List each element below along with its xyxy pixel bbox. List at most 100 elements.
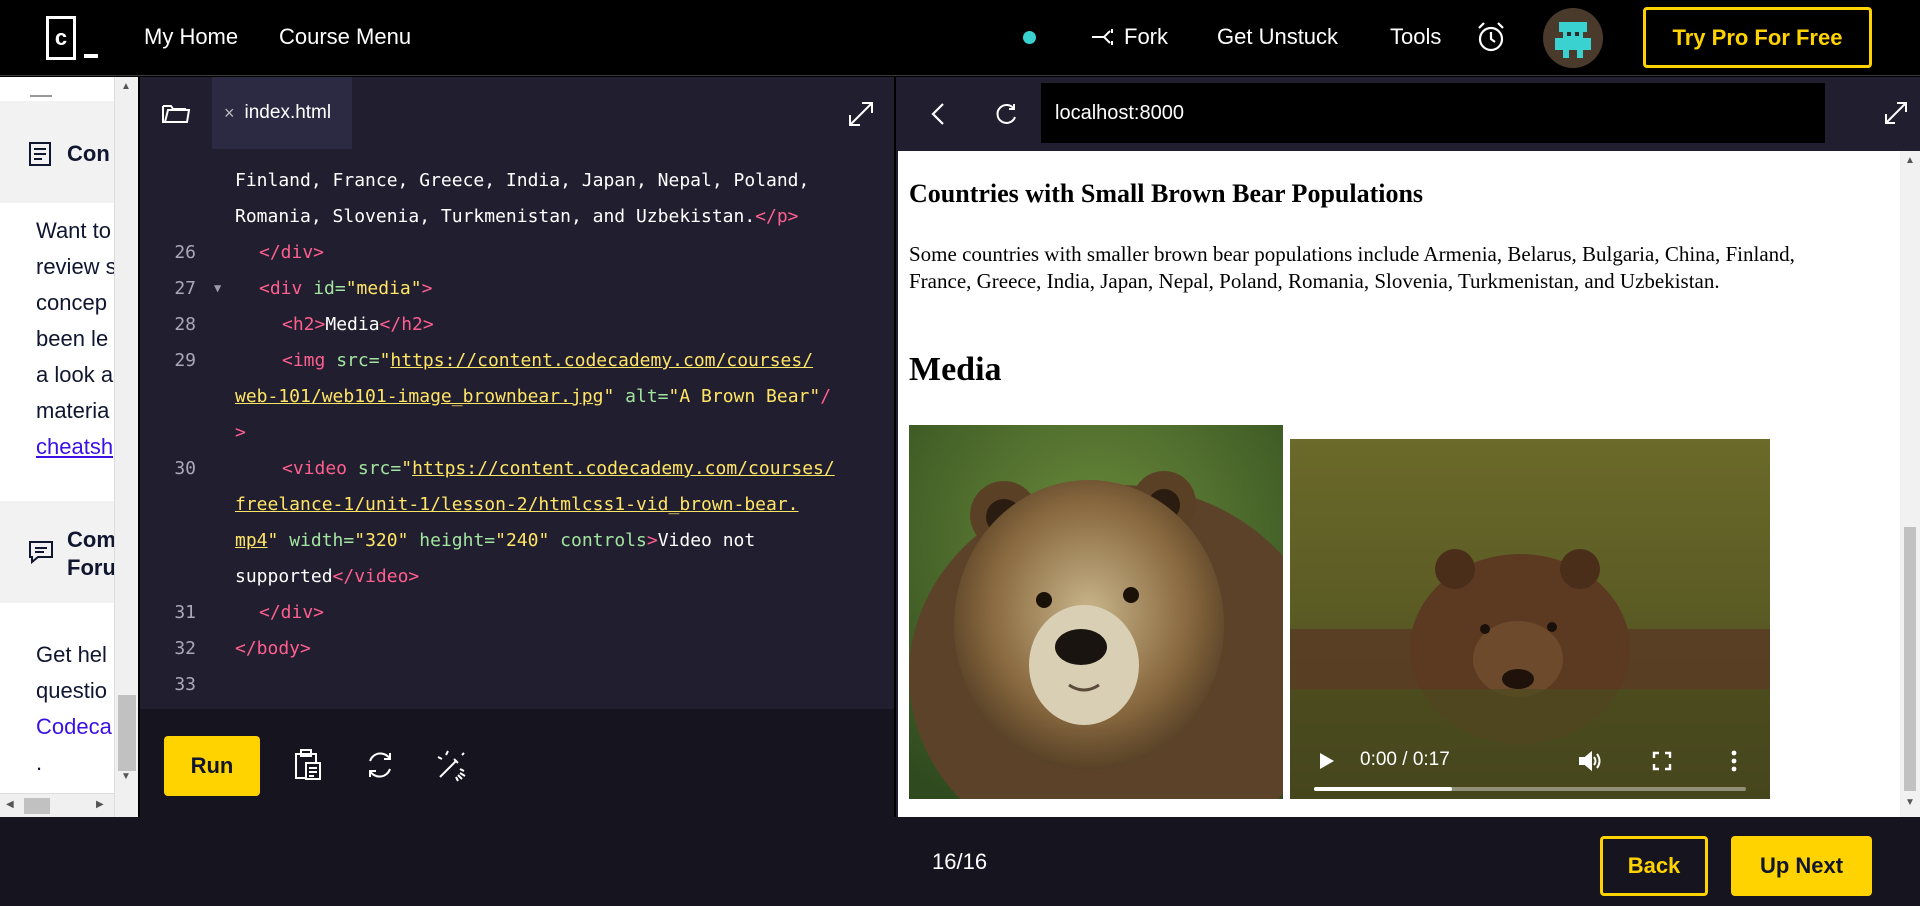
rendered-page: Countries with Small Brown Bear Populati… xyxy=(898,151,1920,817)
get-unstuck-button[interactable]: Get Unstuck xyxy=(1217,24,1338,50)
codecademy-forums-link[interactable]: Codeca xyxy=(36,709,112,745)
reset-icon[interactable] xyxy=(362,747,398,783)
nav-my-home[interactable]: My Home xyxy=(144,24,238,50)
url-bar[interactable] xyxy=(1041,83,1825,143)
code-line: freelance-1/unit-1/lesson-2/htmlcss1-vid… xyxy=(235,494,799,515)
folder-icon[interactable] xyxy=(158,95,194,131)
back-icon[interactable] xyxy=(926,101,952,127)
editor-tab-bar: × index.html xyxy=(140,77,894,149)
concept-text-line: Want to xyxy=(36,218,111,243)
scroll-up-arrow[interactable]: ▲ xyxy=(1905,155,1915,166)
fork-label: Fork xyxy=(1124,24,1168,49)
collapsed-divider xyxy=(30,95,52,97)
code-line: </div> xyxy=(259,602,325,623)
concept-review-header[interactable]: Con xyxy=(0,101,114,203)
top-navigation-bar: c My Home Course Menu Fork Get Unstuck T… xyxy=(0,0,1920,76)
logo-letter: c xyxy=(46,16,76,60)
status-indicator xyxy=(1023,31,1036,44)
video-progress-fill xyxy=(1314,787,1453,791)
code-line: </div> xyxy=(259,242,325,263)
scroll-left-arrow[interactable]: ◀ xyxy=(6,799,14,810)
scroll-down-arrow[interactable]: ▼ xyxy=(121,771,131,782)
more-options-icon[interactable] xyxy=(1720,747,1748,775)
scrollbar-thumb[interactable] xyxy=(24,798,50,814)
tools-button[interactable]: Tools xyxy=(1390,24,1441,50)
fork-button[interactable]: Fork xyxy=(1090,24,1168,50)
code-editor: × index.html Finland, France, Greece, In… xyxy=(140,77,894,817)
code-line: <img src="https://content.codecademy.com… xyxy=(282,350,814,371)
brown-bear-video[interactable]: 0:00 / 0:17 xyxy=(1290,439,1770,799)
expand-icon[interactable] xyxy=(1882,99,1910,127)
line-number: 30 xyxy=(174,458,196,479)
scrollbar-thumb[interactable] xyxy=(1904,527,1916,791)
video-time: 0:00 / 0:17 xyxy=(1360,749,1450,770)
play-icon[interactable] xyxy=(1312,747,1340,775)
cheatsheet-link[interactable]: cheatsh xyxy=(36,429,113,465)
clipboard-icon[interactable] xyxy=(290,747,326,783)
small-populations-heading: Countries with Small Brown Bear Populati… xyxy=(909,179,1424,208)
reload-icon[interactable] xyxy=(994,101,1020,127)
up-next-button[interactable]: Up Next xyxy=(1731,836,1872,896)
try-pro-button[interactable]: Try Pro For Free xyxy=(1643,7,1872,68)
code-line: <h2>Media</h2> xyxy=(282,314,434,335)
scroll-right-arrow[interactable]: ▶ xyxy=(96,799,104,810)
code-line: <video src="https://content.codecademy.c… xyxy=(282,458,835,479)
volume-icon[interactable] xyxy=(1576,747,1604,775)
browser-toolbar xyxy=(896,77,1920,151)
back-button[interactable]: Back xyxy=(1600,836,1708,896)
scroll-down-arrow[interactable]: ▼ xyxy=(1905,797,1915,808)
magic-wand-icon[interactable] xyxy=(434,747,470,783)
chat-icon xyxy=(29,541,53,565)
community-forums-header[interactable]: Com Foru xyxy=(0,501,114,603)
scroll-up-arrow[interactable]: ▲ xyxy=(121,81,131,92)
fullscreen-icon[interactable] xyxy=(1648,747,1676,775)
tab-index-html[interactable]: × index.html xyxy=(212,77,352,149)
code-text-area[interactable]: Finland, France, Greece, India, Japan, N… xyxy=(140,149,894,709)
alarm-clock-icon[interactable] xyxy=(1474,20,1508,54)
fold-arrow-icon[interactable]: ▼ xyxy=(214,281,221,295)
lesson-footer: 16/16 Back Up Next xyxy=(0,817,1920,906)
line-number: 31 xyxy=(174,602,196,623)
code-line: </body> xyxy=(235,638,311,659)
line-number: 32 xyxy=(174,638,196,659)
left-panel-vertical-scrollbar[interactable]: ▲ ▼ xyxy=(114,77,138,817)
community-text-line: questio xyxy=(36,678,107,703)
concept-text-line: concep xyxy=(36,290,107,315)
community-text-line: Get hel xyxy=(36,642,107,667)
expand-icon[interactable] xyxy=(844,97,878,131)
code-line: Romania, Slovenia, Turkmenistan, and Uzb… xyxy=(235,206,799,227)
scrollbar-thumb[interactable] xyxy=(118,695,136,771)
concept-text-line: materia xyxy=(36,398,110,423)
code-line: mp4" width="320" height="240" controls>V… xyxy=(235,530,756,551)
brown-bear-image xyxy=(909,425,1283,799)
user-avatar[interactable] xyxy=(1543,8,1603,68)
browser-preview: Countries with Small Brown Bear Populati… xyxy=(896,77,1920,817)
media-heading: Media xyxy=(909,351,1002,388)
run-button[interactable]: Run xyxy=(164,736,260,796)
nav-course-menu[interactable]: Course Menu xyxy=(279,24,411,50)
populations-paragraph: Some countries with smaller brown bear p… xyxy=(909,242,1795,293)
video-progress-track[interactable] xyxy=(1314,787,1746,791)
code-line: Finland, France, Greece, India, Japan, N… xyxy=(235,170,810,191)
left-panel-horizontal-scrollbar[interactable]: ◀ ▶ xyxy=(0,793,114,817)
video-controls: 0:00 / 0:17 xyxy=(1290,729,1770,799)
concept-text-line: review s xyxy=(36,254,114,279)
logo-cursor xyxy=(84,54,98,58)
line-number: 28 xyxy=(174,314,196,335)
concept-text-line: been le xyxy=(36,326,109,351)
preview-scrollbar[interactable]: ▲ ▼ xyxy=(1900,151,1920,817)
community-title-line1: Com xyxy=(67,527,114,552)
editor-action-bar: Run xyxy=(140,709,894,817)
code-line: > xyxy=(235,422,246,443)
close-icon[interactable]: × xyxy=(224,103,235,124)
tab-label: index.html xyxy=(244,102,332,123)
line-number: 27 xyxy=(174,278,196,299)
code-line: <div id="media"> xyxy=(259,278,433,299)
community-title-line2: Foru xyxy=(67,555,114,580)
document-icon xyxy=(29,142,51,166)
codecademy-logo[interactable]: c xyxy=(46,14,108,62)
learn-panel: Con Want to review s concep been le a lo… xyxy=(0,77,114,817)
line-number: 26 xyxy=(174,242,196,263)
line-number: 33 xyxy=(174,674,196,695)
code-line: web-101/web101-image_brownbear.jpg" alt=… xyxy=(235,386,832,407)
